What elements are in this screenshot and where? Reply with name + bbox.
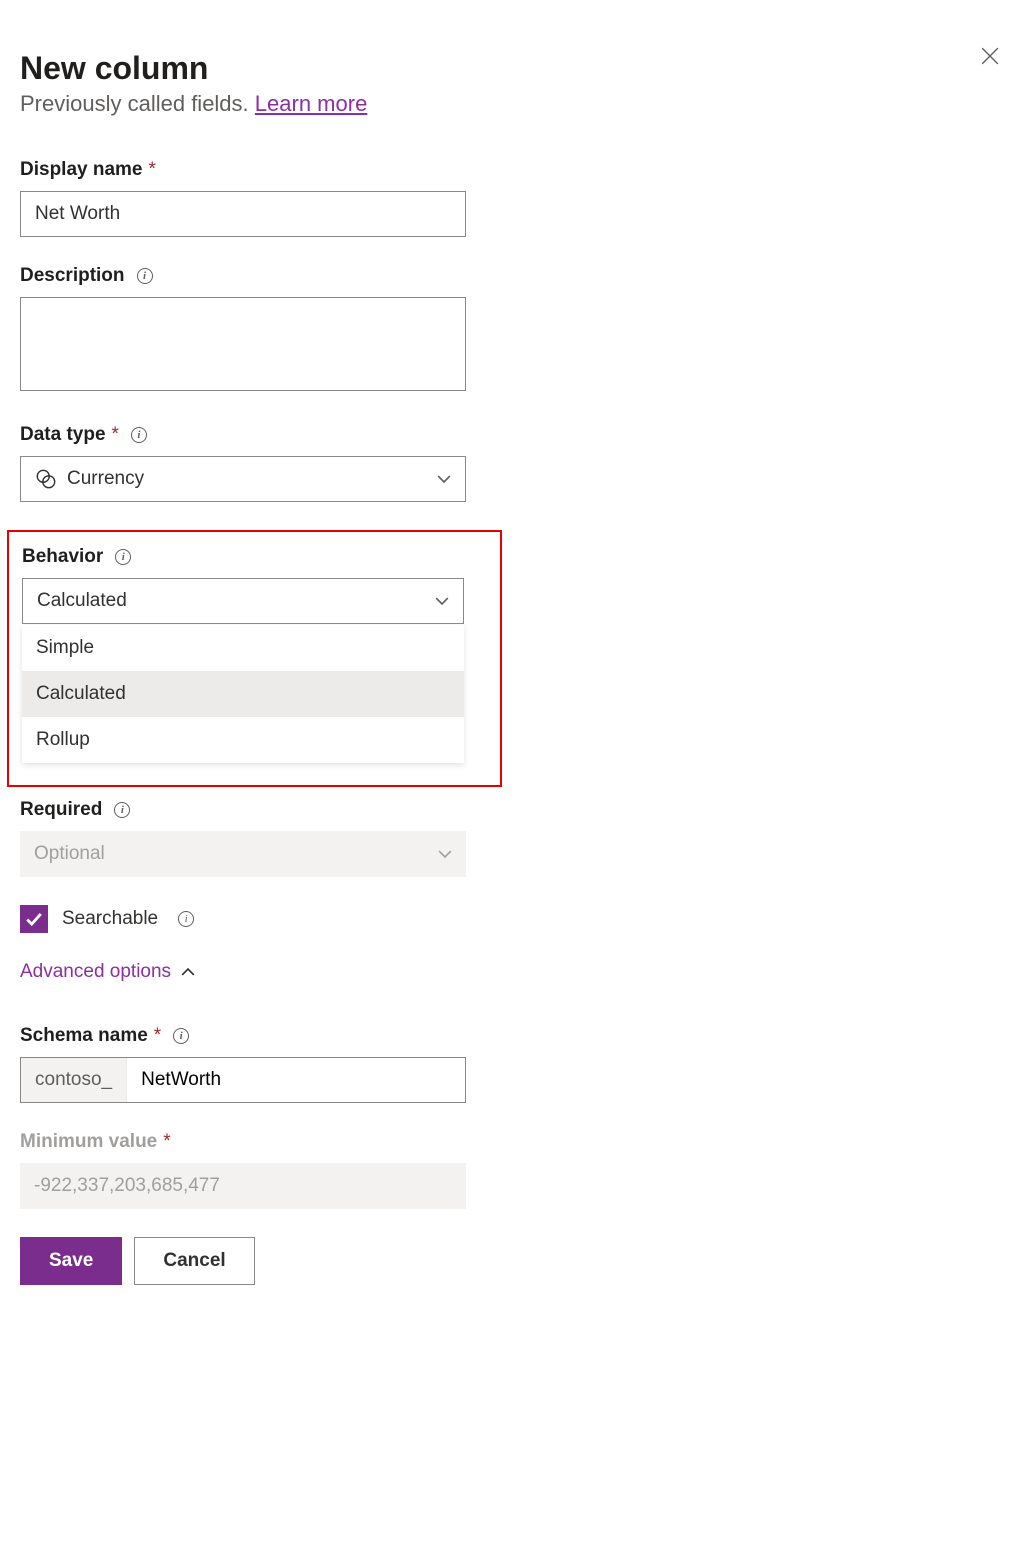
advanced-options-label: Advanced options: [20, 961, 171, 983]
minimum-value-text: -922,337,203,685,477: [34, 1175, 220, 1197]
chevron-down-icon: [437, 472, 451, 486]
minimum-value-label: Minimum value *: [20, 1131, 466, 1153]
behavior-value: Calculated: [37, 590, 127, 612]
description-input[interactable]: [20, 297, 466, 391]
info-icon[interactable]: i: [137, 268, 153, 284]
description-label: Description i: [20, 265, 466, 287]
minimum-value-field: -922,337,203,685,477: [20, 1163, 466, 1209]
searchable-checkbox[interactable]: [20, 905, 48, 933]
checkmark-icon: [25, 910, 43, 928]
info-icon[interactable]: i: [131, 427, 147, 443]
behavior-highlight: Behavior i Calculated Simple Calculated …: [7, 530, 502, 787]
page-subtitle: Previously called fields. Learn more: [20, 91, 1010, 117]
searchable-label: Searchable: [62, 908, 158, 930]
display-name-label: Display name *: [20, 159, 466, 181]
required-label: Required i: [20, 799, 466, 821]
chevron-up-icon: [181, 965, 195, 979]
behavior-dropdown: Simple Calculated Rollup: [22, 625, 464, 763]
schema-name-input[interactable]: [127, 1058, 465, 1102]
behavior-option-simple[interactable]: Simple: [22, 625, 464, 671]
info-icon[interactable]: i: [173, 1028, 189, 1044]
learn-more-link[interactable]: Learn more: [255, 91, 368, 116]
display-name-input[interactable]: [20, 191, 466, 237]
data-type-select[interactable]: Currency: [20, 456, 466, 502]
cancel-button[interactable]: Cancel: [134, 1237, 254, 1285]
required-asterisk: *: [163, 1131, 170, 1153]
advanced-options-toggle[interactable]: Advanced options: [20, 961, 466, 983]
schema-name-label: Schema name * i: [20, 1025, 466, 1047]
subtitle-text: Previously called fields.: [20, 91, 249, 116]
currency-icon: [35, 468, 57, 490]
required-asterisk: *: [154, 1025, 161, 1047]
page-title: New column: [20, 50, 1010, 87]
schema-name-prefix: contoso_: [21, 1058, 127, 1102]
behavior-select[interactable]: Calculated: [22, 578, 464, 624]
required-asterisk: *: [112, 424, 119, 446]
chevron-down-icon: [435, 594, 449, 608]
required-asterisk: *: [149, 159, 156, 181]
behavior-option-rollup[interactable]: Rollup: [22, 717, 464, 763]
data-type-label: Data type * i: [20, 424, 466, 446]
info-icon[interactable]: i: [115, 549, 131, 565]
close-icon: [981, 47, 999, 65]
info-icon[interactable]: i: [114, 802, 130, 818]
required-select: Optional: [20, 831, 466, 877]
required-value: Optional: [34, 843, 105, 865]
save-button[interactable]: Save: [20, 1237, 122, 1285]
chevron-down-icon: [438, 847, 452, 861]
behavior-label: Behavior i: [22, 546, 464, 568]
close-button[interactable]: [976, 42, 1004, 70]
behavior-option-calculated[interactable]: Calculated: [22, 671, 464, 717]
data-type-value: Currency: [67, 468, 144, 490]
info-icon[interactable]: i: [178, 911, 194, 927]
